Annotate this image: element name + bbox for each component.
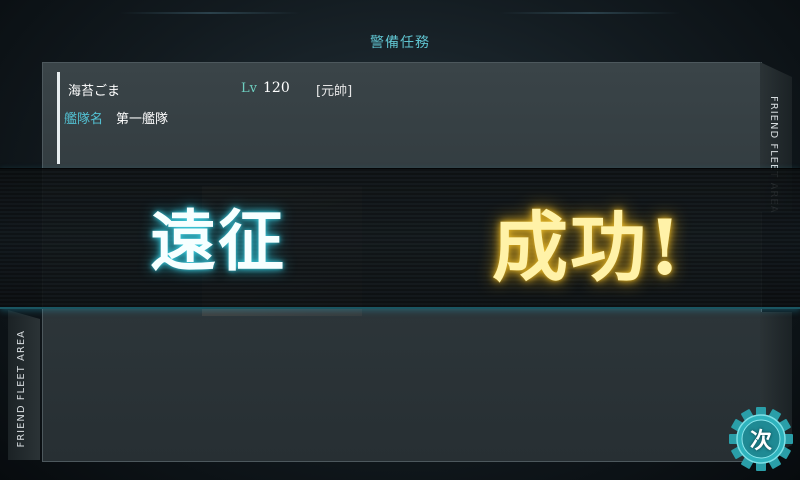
expedition-label: 遠征 bbox=[150, 202, 286, 280]
fleet-name: 第一艦隊 bbox=[116, 112, 169, 127]
level-label: Lv bbox=[241, 81, 257, 96]
admiral-name: 海苔ごま bbox=[68, 84, 121, 99]
fleet-name-label: 艦隊名 bbox=[64, 112, 104, 127]
decor-line bbox=[500, 12, 680, 14]
success-label: 成功! bbox=[492, 203, 684, 292]
admiral-rank: [元帥] bbox=[316, 84, 353, 99]
expedition-result-screen: 警備任務 海苔ごま Lv 120 [元帥] 艦隊名 第一艦隊 FRIEND FL… bbox=[0, 0, 800, 480]
level-value: 120 bbox=[263, 80, 290, 96]
decor-line bbox=[120, 12, 300, 14]
mission-title: 警備任務 bbox=[370, 35, 430, 51]
accent-bar bbox=[57, 72, 60, 164]
side-tab-left-label: FRIEND FLEET AREA bbox=[16, 330, 27, 448]
next-button[interactable]: 次 bbox=[740, 423, 782, 455]
